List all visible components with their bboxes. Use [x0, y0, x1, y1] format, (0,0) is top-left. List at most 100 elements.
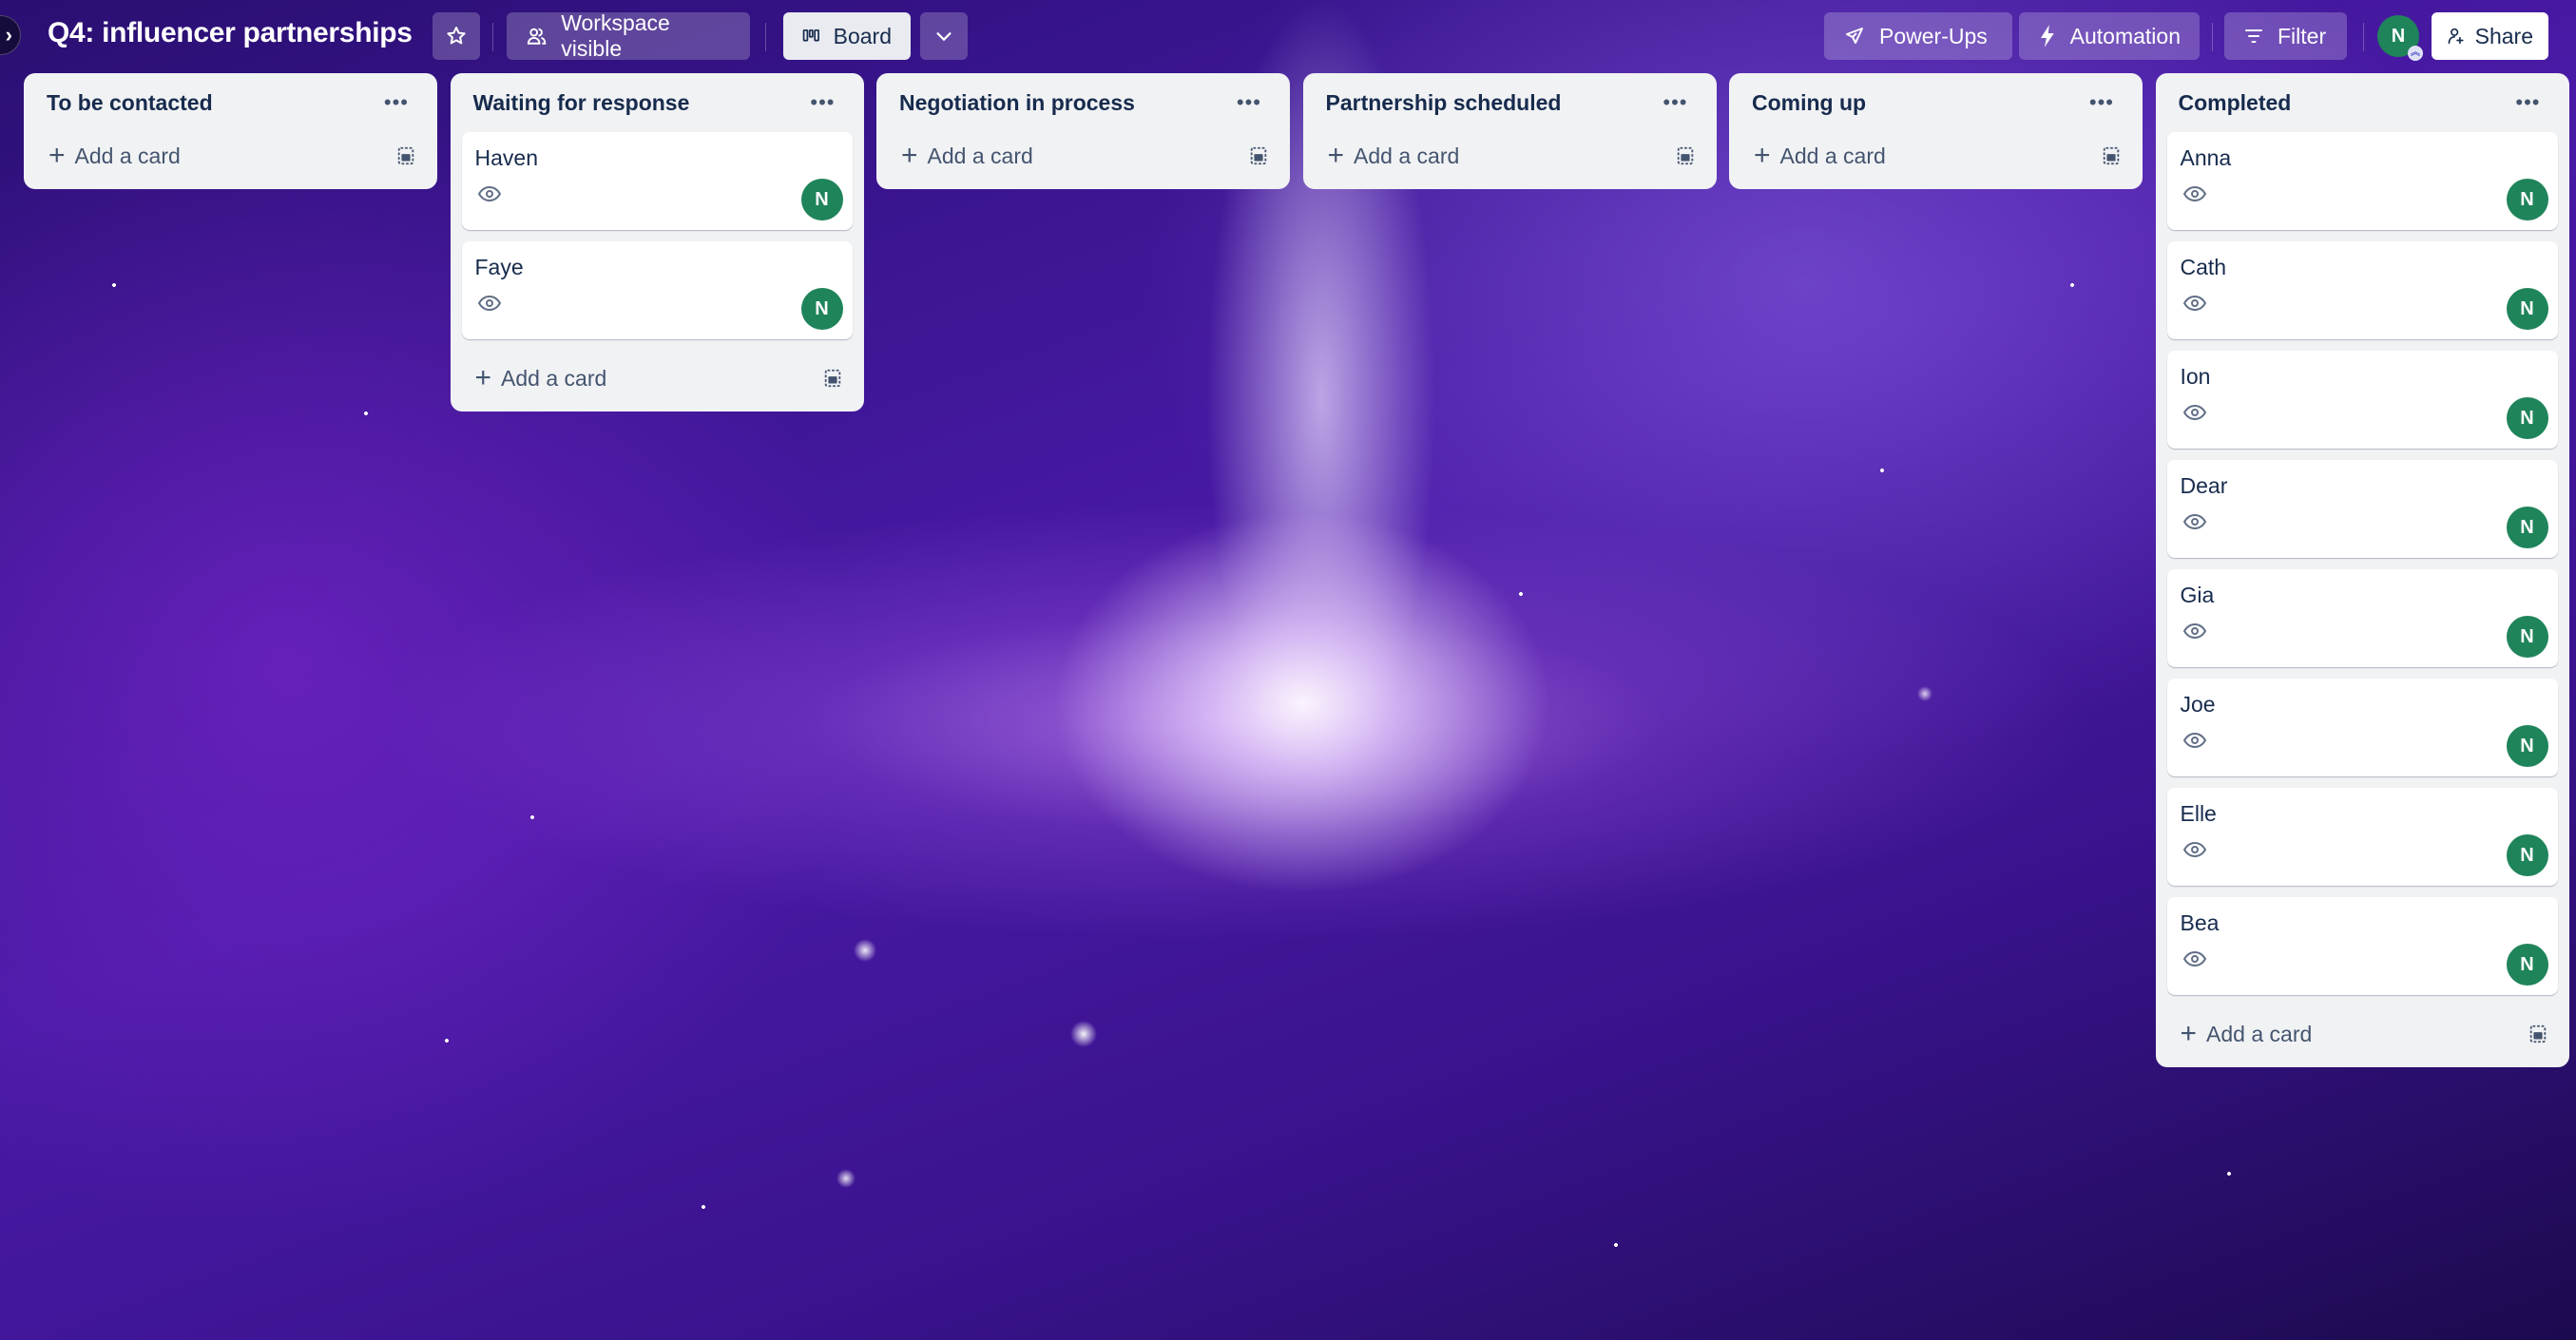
plus-icon: +	[1327, 140, 1345, 171]
card-member-avatar[interactable]: N	[2506, 507, 2548, 548]
add-card-button[interactable]: + Add a card	[1754, 142, 1886, 170]
plus-icon: +	[2180, 1018, 2198, 1049]
create-from-template-icon[interactable]	[2528, 1024, 2548, 1044]
list-title[interactable]: Waiting for response	[473, 90, 690, 116]
card-title: Elle	[2180, 801, 2217, 826]
list-actions-button[interactable]: •••	[378, 86, 414, 119]
header-divider	[2363, 23, 2364, 51]
card[interactable]: Joe N	[2166, 679, 2558, 776]
watching-eye-icon	[477, 295, 501, 312]
list-footer: + Add a card	[462, 351, 853, 406]
card-member-avatar[interactable]: N	[2506, 725, 2548, 767]
add-card-label: Add a card	[1779, 143, 1886, 168]
filter-label: Filter	[2278, 23, 2327, 48]
create-from-template-icon[interactable]	[1248, 145, 1269, 166]
list-actions-button[interactable]: •••	[1231, 86, 1267, 119]
list-actions-button[interactable]: •••	[1657, 86, 1693, 119]
board-view-button[interactable]: Board	[783, 12, 911, 60]
card-member-avatar[interactable]: N	[2506, 616, 2548, 658]
member-avatar[interactable]: N ︽	[2377, 15, 2423, 61]
add-card-label: Add a card	[2206, 1021, 2313, 1046]
watching-eye-icon	[2182, 404, 2206, 421]
list-header: Waiting for response •••	[462, 73, 853, 132]
watching-eye-icon	[2182, 732, 2206, 749]
add-person-icon	[2448, 28, 2464, 45]
add-card-button[interactable]: + Add a card	[1328, 142, 1460, 170]
add-card-label: Add a card	[74, 143, 181, 168]
add-card-button[interactable]: + Add a card	[2181, 1020, 2313, 1048]
card-member-avatar[interactable]: N	[800, 179, 843, 220]
visibility-button[interactable]: Workspace visible	[507, 10, 750, 61]
more-horizontal-icon: •••	[810, 90, 836, 114]
list-actions-button[interactable]: •••	[804, 86, 840, 119]
list-title[interactable]: Negotiation in process	[899, 90, 1135, 116]
create-from-template-icon[interactable]	[395, 145, 416, 166]
list-actions-button[interactable]: •••	[2084, 86, 2120, 119]
filter-button[interactable]: Filter	[2224, 12, 2347, 60]
automation-label: Automation	[2069, 23, 2181, 48]
card-member-avatar[interactable]: N	[2506, 397, 2548, 439]
board-view-label: Board	[833, 23, 892, 48]
lightning-icon	[2040, 25, 2054, 48]
card[interactable]: Elle N	[2166, 788, 2558, 886]
more-horizontal-icon: •••	[2515, 90, 2541, 114]
card-member-avatar[interactable]: N	[2506, 179, 2548, 220]
add-card-label: Add a card	[501, 365, 607, 391]
card[interactable]: Dear N	[2166, 460, 2558, 558]
list-title[interactable]: To be contacted	[47, 90, 213, 116]
plus-icon: +	[48, 140, 66, 171]
board-title[interactable]: Q4: influencer partnerships	[48, 17, 413, 49]
list-header: Negotiation in process •••	[888, 73, 1278, 132]
card-member-avatar[interactable]: N	[800, 288, 843, 330]
card-title: Anna	[2180, 145, 2232, 170]
card[interactable]: Gia N	[2166, 569, 2558, 667]
board-header: › Q4: influencer partnerships Workspace …	[0, 0, 2576, 72]
automation-button[interactable]: Automation	[2019, 12, 2200, 60]
star-board-button[interactable]	[433, 12, 480, 60]
power-ups-button[interactable]: Power-Ups	[1824, 12, 2012, 60]
list-partnership-scheduled: Partnership scheduled ••• + Add a card	[1302, 73, 1717, 189]
add-card-button[interactable]: + Add a card	[475, 364, 607, 392]
filter-icon	[2245, 29, 2262, 43]
list-title[interactable]: Partnership scheduled	[1326, 90, 1562, 116]
admin-chevrons-icon: ︽	[2408, 46, 2423, 61]
add-card-button[interactable]: + Add a card	[901, 142, 1033, 170]
card[interactable]: Cath N	[2166, 241, 2558, 339]
add-card-button[interactable]: + Add a card	[48, 142, 181, 170]
plus-icon: +	[1754, 140, 1771, 171]
card[interactable]: Bea N	[2166, 897, 2558, 995]
card[interactable]: Ion N	[2166, 351, 2558, 449]
header-divider	[492, 23, 493, 51]
sidebar-expand-button[interactable]: ›	[0, 15, 21, 55]
list-footer: + Add a card	[1740, 128, 2131, 183]
card[interactable]: Faye N	[461, 241, 853, 339]
list-completed: Completed ••• Anna N Cath N Ion N Dear N…	[2155, 73, 2569, 1067]
card-member-avatar[interactable]: N	[2506, 944, 2548, 986]
list-header: Coming up •••	[1740, 73, 2131, 132]
board-icon	[802, 29, 819, 42]
add-card-label: Add a card	[1354, 143, 1460, 168]
card-member-avatar[interactable]: N	[2506, 288, 2548, 330]
create-from-template-icon[interactable]	[1675, 145, 1696, 166]
watching-eye-icon	[2182, 185, 2206, 202]
list-footer: + Add a card	[1315, 128, 1705, 183]
plus-icon: +	[474, 362, 492, 393]
card[interactable]: Anna N	[2166, 132, 2558, 230]
list-actions-button[interactable]: •••	[2509, 86, 2546, 119]
watching-eye-icon	[2182, 295, 2206, 312]
list-title[interactable]: Coming up	[1752, 90, 1866, 116]
view-switcher-button[interactable]	[920, 12, 968, 60]
create-from-template-icon[interactable]	[822, 368, 843, 389]
chevron-down-icon	[936, 32, 952, 42]
card-container: Anna N Cath N Ion N Dear N Gia N Joe N E…	[2166, 132, 2558, 995]
list-title[interactable]: Completed	[2179, 90, 2292, 116]
header-divider	[2212, 23, 2213, 51]
add-card-label: Add a card	[927, 143, 1033, 168]
share-button[interactable]: Share	[2432, 12, 2548, 60]
watching-eye-icon	[477, 185, 501, 202]
card[interactable]: Haven N	[461, 132, 853, 230]
watching-eye-icon	[2182, 622, 2206, 640]
card-title: Faye	[474, 255, 524, 279]
create-from-template-icon[interactable]	[2101, 145, 2122, 166]
card-member-avatar[interactable]: N	[2506, 834, 2548, 876]
